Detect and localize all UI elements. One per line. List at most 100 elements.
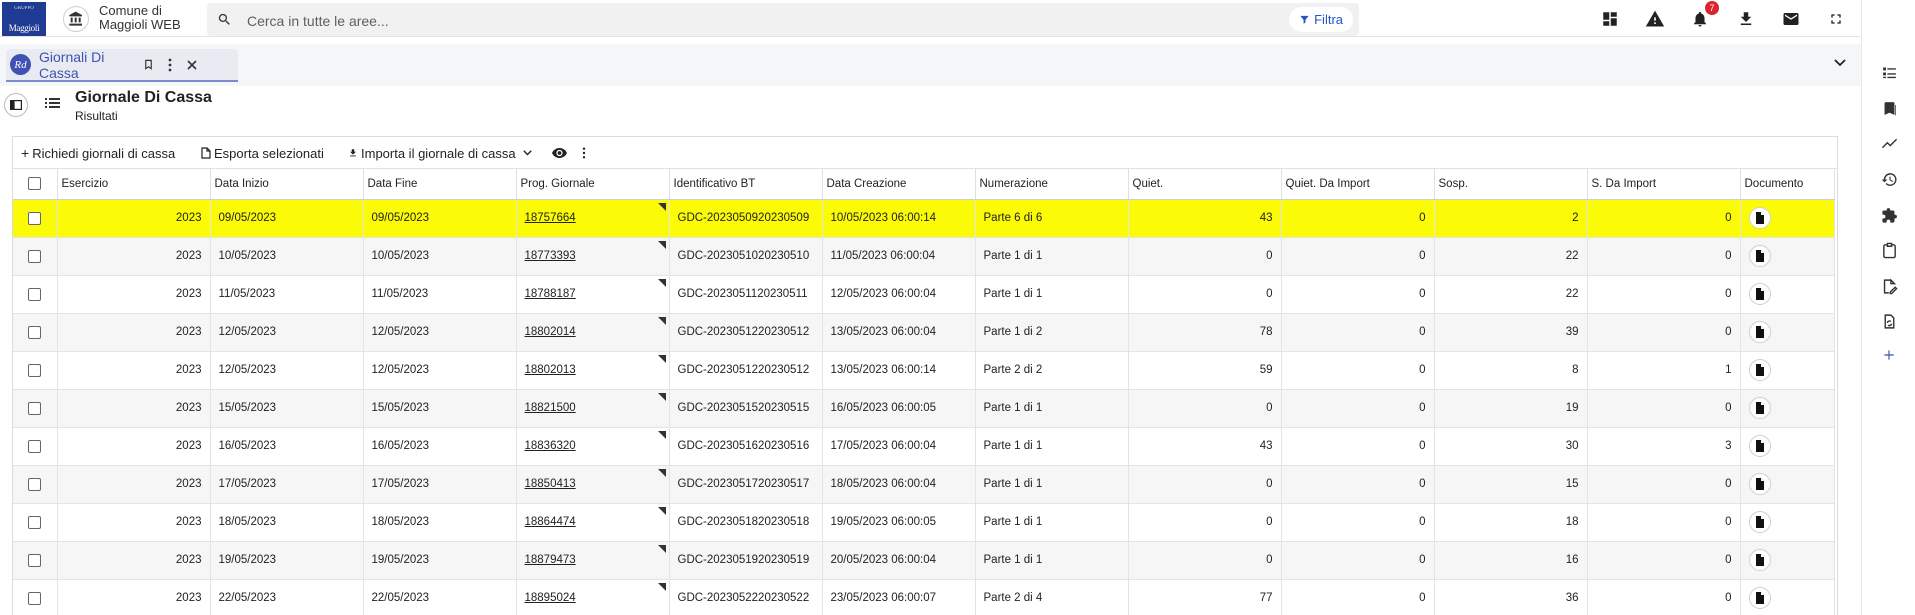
column-header[interactable]: Esercizio (57, 169, 211, 200)
export-selected-button[interactable]: Esporta selezionati (201, 144, 324, 162)
tab-bookmark-button[interactable] (137, 54, 159, 76)
row-checkbox-cell[interactable] (13, 237, 58, 276)
global-search[interactable]: Cerca in tutte le aree... Filtra (207, 3, 1359, 36)
row-checkbox-cell[interactable] (13, 503, 58, 542)
task-list-button[interactable] (1879, 62, 1899, 82)
document-button[interactable] (1748, 321, 1771, 343)
toolbar-more-button[interactable] (582, 144, 586, 162)
visibility-button[interactable] (552, 144, 567, 162)
row-checkbox-cell[interactable] (13, 541, 58, 580)
row-checkbox[interactable] (28, 325, 42, 339)
history-button[interactable] (1879, 169, 1899, 189)
document-sync-button[interactable] (1879, 311, 1899, 331)
prog-giornale-link[interactable]: 18850413 (525, 478, 576, 490)
row-checkbox[interactable] (28, 591, 42, 605)
add-button[interactable] (1879, 345, 1899, 365)
extension-button[interactable] (1879, 205, 1899, 225)
trending-button[interactable] (1879, 133, 1899, 153)
table-row[interactable]: 2023 10/05/2023 10/05/2023 18773393 GDC-2023… (13, 237, 1835, 276)
column-header[interactable]: Data Inizio (210, 169, 364, 200)
table-row[interactable]: 2023 22/05/2023 22/05/2023 18895024 GDC-2023… (13, 579, 1835, 615)
document-button[interactable] (1748, 397, 1771, 419)
row-checkbox-cell[interactable] (13, 579, 58, 615)
row-checkbox-cell[interactable] (13, 389, 58, 428)
prog-giornale-link[interactable]: 18895024 (525, 592, 576, 604)
column-header[interactable]: S. Da Import (1587, 169, 1741, 200)
edit-document-button[interactable] (1879, 276, 1899, 296)
column-header[interactable]: Documento (1740, 169, 1835, 200)
prog-giornale-link[interactable]: 18879473 (525, 554, 576, 566)
list-view-button[interactable] (45, 97, 60, 112)
download-button[interactable] (1735, 8, 1757, 30)
search-input[interactable]: Cerca in tutte le aree... (247, 13, 389, 29)
prog-giornale-link[interactable]: 18773393 (525, 250, 576, 262)
select-all-checkbox-cell[interactable] (13, 169, 58, 200)
document-button[interactable] (1748, 435, 1771, 457)
home-button[interactable] (63, 6, 89, 32)
row-checkbox-cell[interactable] (13, 351, 58, 390)
table-row[interactable]: 2023 12/05/2023 12/05/2023 18802014 GDC-2023… (13, 313, 1835, 352)
row-checkbox-cell[interactable] (13, 465, 58, 504)
import-journal-button[interactable]: Importa il giornale di cassa (348, 144, 532, 162)
row-checkbox[interactable] (28, 553, 42, 567)
bookmark-button[interactable] (1879, 98, 1899, 118)
side-panel-toggle[interactable] (4, 93, 28, 117)
table-row[interactable]: 2023 12/05/2023 12/05/2023 18802013 GDC-2023… (13, 351, 1835, 390)
table-row[interactable]: 2023 19/05/2023 19/05/2023 18879473 GDC-2023… (13, 541, 1835, 580)
column-header[interactable]: Quiet. Da Import (1281, 169, 1435, 200)
table-row[interactable]: 2023 09/05/2023 09/05/2023 18757664 GDC-2023… (13, 199, 1835, 238)
row-checkbox[interactable] (28, 515, 42, 529)
document-button[interactable] (1748, 283, 1771, 305)
table-row[interactable]: 2023 18/05/2023 18/05/2023 18864474 GDC-2023… (13, 503, 1835, 542)
document-button[interactable] (1748, 549, 1771, 571)
row-checkbox[interactable] (28, 439, 42, 453)
column-header[interactable]: Quiet. (1128, 169, 1282, 200)
row-checkbox[interactable] (28, 363, 42, 377)
column-header[interactable]: Data Fine (363, 169, 517, 200)
tab-close-button[interactable] (181, 54, 203, 76)
table-row[interactable]: 2023 11/05/2023 11/05/2023 18788187 GDC-2023… (13, 275, 1835, 314)
row-checkbox-cell[interactable] (13, 427, 58, 466)
request-journals-button[interactable]: + Richiedi giornali di cassa (21, 144, 175, 162)
prog-giornale-link[interactable]: 18836320 (525, 440, 576, 452)
column-header[interactable]: Identificativo BT (669, 169, 823, 200)
document-button[interactable] (1748, 473, 1771, 495)
prog-giornale-link[interactable]: 18802014 (525, 326, 576, 338)
column-header[interactable]: Numerazione (975, 169, 1129, 200)
warning-button[interactable] (1644, 8, 1666, 30)
collapse-tabs-button[interactable] (1834, 56, 1846, 70)
table-row[interactable]: 2023 16/05/2023 16/05/2023 18836320 GDC-2023… (13, 427, 1835, 466)
maggioli-logo[interactable]: GRUPPO Maggioli (2, 2, 46, 36)
fullscreen-button[interactable] (1825, 8, 1847, 30)
prog-giornale-link[interactable]: 18788187 (525, 288, 576, 300)
filter-button[interactable]: Filtra (1289, 7, 1353, 32)
column-header[interactable]: Sosp. (1434, 169, 1588, 200)
table-row[interactable]: 2023 15/05/2023 15/05/2023 18821500 GDC-2023… (13, 389, 1835, 428)
document-button[interactable] (1748, 511, 1771, 533)
row-checkbox[interactable] (28, 477, 42, 491)
prog-giornale-link[interactable]: 18757664 (525, 212, 576, 224)
document-button[interactable] (1748, 207, 1771, 229)
row-checkbox[interactable] (28, 287, 42, 301)
clipboard-button[interactable] (1879, 240, 1899, 260)
prog-giornale-link[interactable]: 18802013 (525, 364, 576, 376)
prog-giornale-link[interactable]: 18821500 (525, 402, 576, 414)
document-button[interactable] (1748, 587, 1771, 609)
tab-giornali-di-cassa[interactable]: Rd Giornali Di Cassa (6, 49, 238, 82)
dashboard-button[interactable] (1599, 8, 1621, 30)
tab-menu-button[interactable] (159, 54, 181, 76)
table-row[interactable]: 2023 17/05/2023 17/05/2023 18850413 GDC-2023… (13, 465, 1835, 504)
column-header[interactable]: Data Creazione (822, 169, 976, 200)
row-checkbox[interactable] (28, 211, 42, 225)
column-header[interactable]: Prog. Giornale (516, 169, 670, 200)
row-checkbox-cell[interactable] (13, 275, 58, 314)
document-button[interactable] (1748, 245, 1771, 267)
document-button[interactable] (1748, 359, 1771, 381)
mail-button[interactable] (1780, 8, 1802, 30)
row-checkbox-cell[interactable] (13, 313, 58, 352)
row-checkbox[interactable] (28, 249, 42, 263)
row-checkbox[interactable] (28, 401, 42, 415)
select-all-checkbox[interactable] (28, 177, 42, 191)
row-checkbox-cell[interactable] (13, 199, 58, 238)
prog-giornale-link[interactable]: 18864474 (525, 516, 576, 528)
